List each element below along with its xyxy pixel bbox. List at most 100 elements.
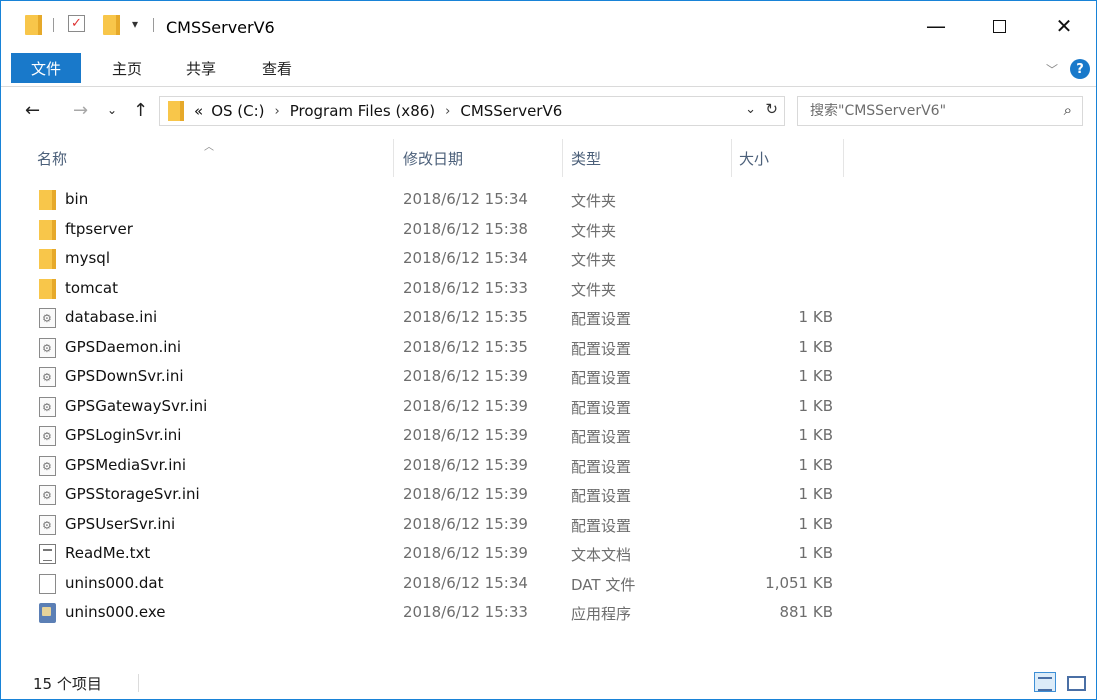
file-size: 1 KB <box>798 544 833 562</box>
column-header-size[interactable]: 大小 <box>739 139 839 177</box>
file-row[interactable]: GPSGatewaySvr.ini 2018/6/12 15:39 配置设置 1… <box>1 392 1096 422</box>
maximize-button[interactable] <box>976 1 1022 51</box>
file-row[interactable]: GPSLoginSvr.ini 2018/6/12 15:39 配置设置 1 K… <box>1 421 1096 451</box>
file-row[interactable]: GPSDaemon.ini 2018/6/12 15:35 配置设置 1 KB <box>1 333 1096 363</box>
address-bar[interactable]: « OS (C:) › Program Files (x86) › CMSSer… <box>159 96 785 126</box>
file-size: 1 KB <box>798 396 833 415</box>
file-type: DAT 文件 <box>571 575 636 594</box>
file-size: 1 KB <box>798 367 833 385</box>
file-size: 1 KB <box>798 426 833 444</box>
customize-toolbar-dropdown-icon[interactable]: ▾ <box>132 17 138 31</box>
breadcrumb-separator-icon[interactable]: › <box>275 104 280 119</box>
column-divider[interactable] <box>843 139 844 177</box>
column-header-name[interactable]: 名称 <box>37 139 393 177</box>
close-button[interactable]: ✕ <box>1041 1 1087 51</box>
help-icon[interactable]: ? <box>1070 59 1090 79</box>
file-date: 2018/6/12 15:33 <box>403 278 528 297</box>
file-name: database.ini <box>65 308 158 326</box>
column-header-type[interactable]: 类型 <box>571 139 721 177</box>
file-name: bin <box>65 190 89 208</box>
breadcrumb-current-folder[interactable]: CMSServerV6 <box>460 102 562 120</box>
breadcrumb-drive[interactable]: OS (C:) <box>211 102 264 120</box>
tab-view[interactable]: 查看 <box>249 51 305 86</box>
expand-ribbon-chevron-icon[interactable]: ﹀ <box>1046 61 1058 78</box>
file-row[interactable]: GPSUserSvr.ini 2018/6/12 15:39 配置设置 1 KB <box>1 510 1096 540</box>
folder-icon <box>39 278 56 299</box>
file-row[interactable]: mysql 2018/6/12 15:34 文件夹 <box>1 244 1096 274</box>
file-date: 2018/6/12 15:35 <box>403 337 528 356</box>
file-row[interactable]: unins000.exe 2018/6/12 15:33 应用程序 881 KB <box>1 598 1096 628</box>
column-divider[interactable] <box>562 139 563 177</box>
breadcrumb-separator-icon[interactable]: › <box>445 104 450 119</box>
file-row[interactable]: ftpserver 2018/6/12 15:38 文件夹 <box>1 215 1096 245</box>
ini-file-icon <box>39 337 56 358</box>
column-divider[interactable] <box>393 139 394 177</box>
file-list: bin 2018/6/12 15:34 文件夹 ftpserver 2018/6… <box>1 185 1096 628</box>
quick-access-folder-icon[interactable] <box>25 15 42 35</box>
dat-file-icon <box>39 573 56 594</box>
file-type: 配置设置 <box>571 428 632 446</box>
quick-access-separator <box>53 18 54 32</box>
ribbon-tabs: 文件 主页 共享 查看 ﹀ ? <box>1 51 1096 87</box>
close-icon: ✕ <box>1055 14 1073 38</box>
file-date: 2018/6/12 15:38 <box>403 219 528 238</box>
window-title: CMSServerV6 <box>166 18 275 37</box>
file-row[interactable]: tomcat 2018/6/12 15:33 文件夹 <box>1 274 1096 304</box>
file-date: 2018/6/12 15:39 <box>403 485 528 503</box>
file-date: 2018/6/12 15:34 <box>403 249 528 267</box>
navigation-bar: ← → ⌄ ↑ « OS (C:) › Program Files (x86) … <box>1 88 1096 134</box>
file-type: 文件夹 <box>571 251 617 269</box>
file-type: 配置设置 <box>571 339 632 358</box>
breadcrumb-program-files[interactable]: Program Files (x86) <box>290 102 435 120</box>
tab-file[interactable]: 文件 <box>11 53 81 83</box>
file-row[interactable]: database.ini 2018/6/12 15:35 配置设置 1 KB <box>1 303 1096 333</box>
details-view-icon[interactable] <box>1034 672 1056 692</box>
ini-file-icon <box>39 396 56 417</box>
recent-locations-chevron-icon[interactable]: ⌄ <box>107 103 117 117</box>
file-row[interactable]: bin 2018/6/12 15:34 文件夹 <box>1 185 1096 215</box>
forward-arrow-icon[interactable]: → <box>73 100 88 121</box>
file-row[interactable]: GPSMediaSvr.ini 2018/6/12 15:39 配置设置 1 K… <box>1 451 1096 481</box>
status-bar: 15 个项目 <box>1 667 1096 699</box>
file-type: 配置设置 <box>571 487 632 505</box>
file-date: 2018/6/12 15:34 <box>403 573 528 592</box>
file-name: GPSDaemon.ini <box>65 337 182 356</box>
address-folder-icon <box>168 101 184 121</box>
breadcrumb-overflow[interactable]: « <box>194 102 203 120</box>
file-type: 文件夹 <box>571 221 617 240</box>
file-type: 文件夹 <box>571 192 617 210</box>
new-folder-icon[interactable] <box>103 15 120 35</box>
up-arrow-icon[interactable]: ↑ <box>133 100 148 121</box>
text-file-icon <box>39 544 56 564</box>
properties-check-icon[interactable]: ✓ <box>68 15 85 32</box>
file-type: 配置设置 <box>571 369 632 387</box>
tab-share[interactable]: 共享 <box>173 51 229 86</box>
file-type: 配置设置 <box>571 310 632 328</box>
tab-home[interactable]: 主页 <box>99 51 155 86</box>
search-icon[interactable]: ⌕ <box>1064 101 1072 119</box>
file-size: 881 KB <box>779 603 833 621</box>
minimize-icon: — <box>926 14 946 38</box>
file-size: 1 KB <box>798 337 833 356</box>
file-date: 2018/6/12 15:39 <box>403 426 528 444</box>
minimize-button[interactable]: — <box>913 1 959 51</box>
address-dropdown-chevron-icon[interactable]: ⌄ <box>745 102 756 117</box>
column-header-date[interactable]: 修改日期 <box>403 139 561 177</box>
file-row[interactable]: ReadMe.txt 2018/6/12 15:39 文本文档 1 KB <box>1 539 1096 569</box>
large-icons-view-icon[interactable] <box>1064 672 1086 692</box>
ini-file-icon <box>39 308 56 328</box>
file-name: GPSLoginSvr.ini <box>65 426 182 444</box>
search-input[interactable] <box>810 103 1040 119</box>
file-row[interactable]: unins000.dat 2018/6/12 15:34 DAT 文件 1,05… <box>1 569 1096 599</box>
search-box[interactable]: ⌕ <box>797 96 1083 126</box>
folder-icon <box>39 190 56 210</box>
title-separator <box>153 18 154 32</box>
back-arrow-icon[interactable]: ← <box>25 100 40 121</box>
file-row[interactable]: GPSStorageSvr.ini 2018/6/12 15:39 配置设置 1… <box>1 480 1096 510</box>
item-count: 15 个项目 <box>33 675 102 693</box>
column-divider[interactable] <box>731 139 732 177</box>
refresh-icon[interactable]: ↻ <box>765 100 778 118</box>
file-date: 2018/6/12 15:39 <box>403 455 528 474</box>
exe-file-icon <box>39 603 56 623</box>
file-row[interactable]: GPSDownSvr.ini 2018/6/12 15:39 配置设置 1 KB <box>1 362 1096 392</box>
